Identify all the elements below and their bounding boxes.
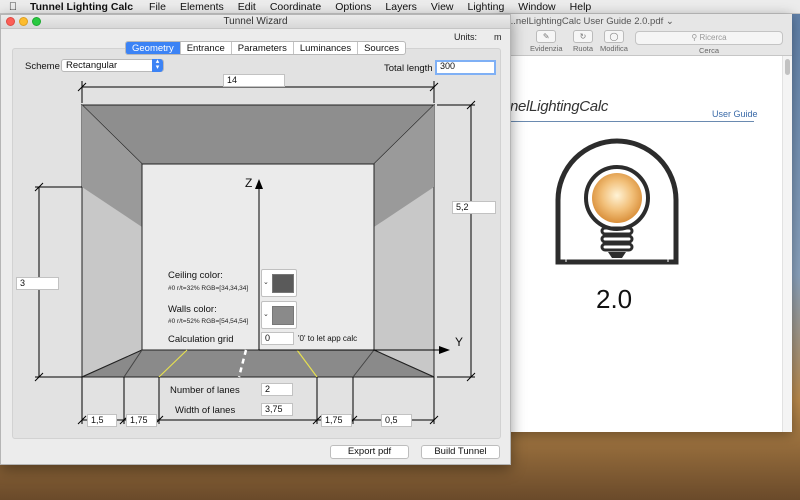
- pdf-page: nelLightingCalc User Guide 2.0: [500, 56, 782, 432]
- walls-color-picker[interactable]: ⌄: [261, 301, 297, 329]
- pdf-scrollbar[interactable]: [782, 56, 792, 432]
- rotate-tool[interactable]: ↻ Ruota: [573, 30, 593, 53]
- menu-file[interactable]: File: [142, 1, 173, 13]
- tunnel-wizard-window: Tunnel Wizard Units: m Geometry Entrance…: [0, 14, 511, 465]
- wall-height-input[interactable]: 3: [16, 277, 59, 290]
- pdf-window-title[interactable]: ...nelLightingCalc User Guide 2.0.pdf ⌄: [500, 14, 792, 30]
- ceiling-color-label: Ceiling color:: [168, 270, 223, 281]
- right-inner-offset-input[interactable]: 1,75: [321, 414, 352, 427]
- pdf-scroll-thumb[interactable]: [785, 59, 790, 75]
- width-of-lanes-label: Width of lanes: [175, 405, 236, 416]
- left-inner-offset-input[interactable]: 1,75: [126, 414, 157, 427]
- pdf-search-label: Cerca: [698, 46, 719, 55]
- menu-window[interactable]: Window: [511, 1, 562, 13]
- menu-coordinate[interactable]: Coordinate: [263, 1, 328, 13]
- menu-view[interactable]: View: [424, 1, 461, 13]
- right-outer-offset-input[interactable]: 0,5: [381, 414, 412, 427]
- highlight-icon: ✎: [536, 30, 557, 43]
- pdf-version-text: 2.0: [596, 284, 633, 314]
- ceiling-color-picker[interactable]: ⌄: [261, 269, 297, 297]
- export-pdf-button[interactable]: Export pdf: [330, 445, 409, 459]
- walls-color-label: Walls color:: [168, 304, 217, 315]
- pdf-divider: [508, 121, 754, 122]
- highlight-tool[interactable]: ✎ Evidenzia: [530, 30, 563, 53]
- calc-grid-input[interactable]: 0: [261, 332, 294, 345]
- calc-grid-hint: '0' to let app calc: [298, 334, 358, 343]
- menu-lighting[interactable]: Lighting: [461, 1, 512, 13]
- number-of-lanes-input[interactable]: 2: [261, 383, 293, 396]
- apple-icon[interactable]: : [0, 1, 26, 13]
- markup-tool[interactable]: ◯ Modifica: [600, 30, 628, 53]
- menu-bar:  Tunnel Lighting Calc File Elements Edi…: [0, 0, 800, 14]
- pdf-brand-text: nelLightingCalc: [510, 98, 609, 115]
- desktop-background: [0, 465, 800, 500]
- pdf-user-guide-label: User Guide: [712, 109, 758, 119]
- highlight-label: Evidenzia: [530, 44, 563, 53]
- pdf-toolbar: ✎ Evidenzia ↻ Ruota ◯ Modifica ⚲ Ricerca…: [500, 30, 792, 56]
- width-of-lanes-input[interactable]: 3,75: [261, 403, 293, 416]
- walls-color-info: #0 r/t=52% RGB=[54,54,54]: [168, 318, 249, 325]
- chevron-down-icon: ⌄: [263, 311, 269, 318]
- menu-app-name[interactable]: Tunnel Lighting Calc: [26, 1, 142, 13]
- axis-y-label: Y: [455, 335, 464, 349]
- chevron-down-icon: ⌄: [263, 279, 269, 286]
- ceiling-color-swatch: [272, 274, 294, 293]
- menu-help[interactable]: Help: [563, 1, 599, 13]
- menu-edit[interactable]: Edit: [231, 1, 263, 13]
- menu-layers[interactable]: Layers: [378, 1, 424, 13]
- left-outer-offset-input[interactable]: 1,5: [87, 414, 117, 427]
- markup-label: Modifica: [600, 44, 628, 53]
- rotate-label: Ruota: [573, 44, 594, 53]
- calc-grid-label: Calculation grid: [168, 334, 234, 345]
- markup-icon: ◯: [603, 30, 624, 43]
- build-tunnel-button[interactable]: Build Tunnel: [421, 445, 500, 459]
- menu-options[interactable]: Options: [328, 1, 378, 13]
- lightbulb-logo-icon: [555, 138, 679, 265]
- rotate-icon: ↻: [573, 30, 593, 43]
- tunnel-height-input[interactable]: 5,2: [452, 201, 496, 214]
- tunnel-width-input[interactable]: 14: [223, 74, 285, 87]
- pdf-search-input[interactable]: ⚲ Ricerca: [635, 31, 783, 45]
- number-of-lanes-label: Number of lanes: [170, 385, 240, 396]
- menu-elements[interactable]: Elements: [173, 1, 231, 13]
- pdf-search-placeholder: Ricerca: [699, 33, 727, 42]
- ceiling-color-info: #0 r/t=32% RGB=[34,34,34]: [168, 285, 249, 292]
- walls-color-swatch: [272, 306, 294, 325]
- pdf-viewer-window[interactable]: ...nelLightingCalc User Guide 2.0.pdf ⌄ …: [500, 14, 792, 432]
- axis-z-label: Z: [245, 176, 253, 190]
